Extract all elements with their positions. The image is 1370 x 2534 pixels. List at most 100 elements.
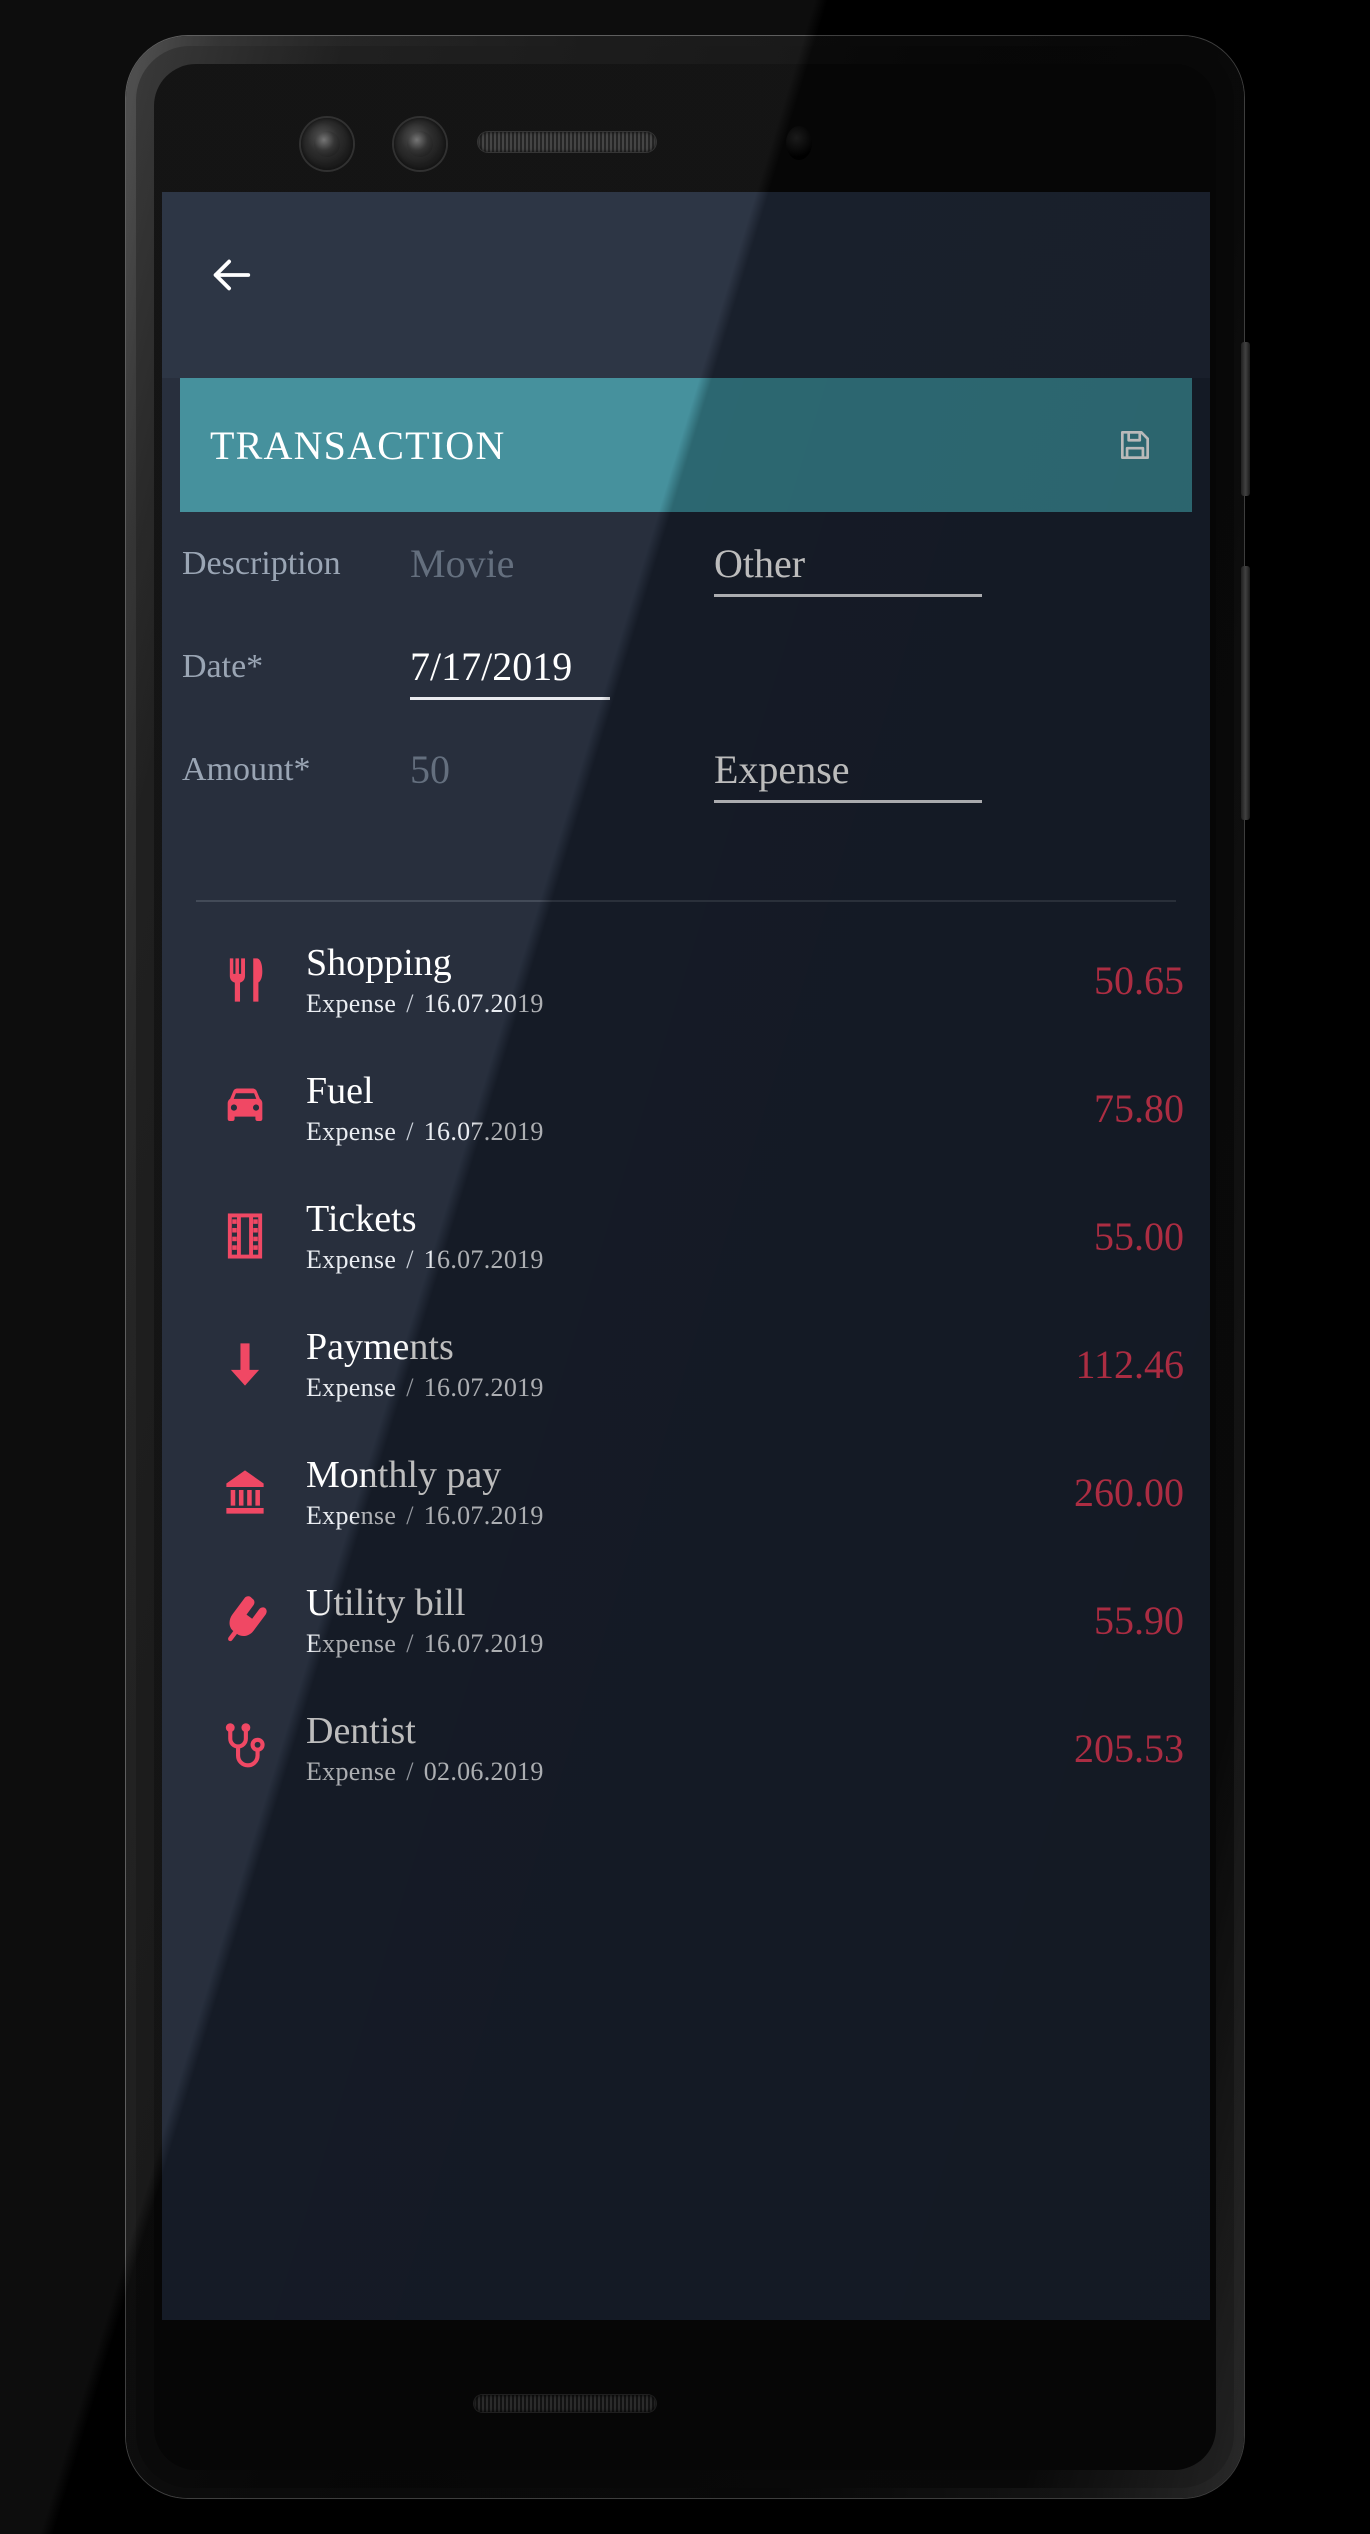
utensils-icon [184, 954, 306, 1006]
transaction-separator: / [406, 1501, 414, 1531]
type-select[interactable]: Expense [714, 718, 982, 821]
transaction-amount: 55.90 [1094, 1597, 1184, 1643]
transaction-title: Fuel [306, 1069, 374, 1112]
transaction-type: Expense [306, 1117, 397, 1147]
transaction-header-bar: TRANSACTION [180, 378, 1192, 512]
form-row-amount: Amount* 50 Expense [162, 718, 1210, 821]
transaction-text: Payments Expense / 16.07.2019 [306, 1325, 1059, 1403]
transaction-subtitle: Expense / 16.07.2019 [306, 1117, 1078, 1147]
transaction-amount: 205.53 [1074, 1725, 1184, 1771]
car-icon [184, 1082, 306, 1134]
transaction-text: Tickets Expense / 16.07.2019 [306, 1197, 1078, 1275]
arrow-down-icon [184, 1338, 306, 1390]
type-underline [714, 800, 982, 803]
transaction-type: Expense [306, 1629, 397, 1659]
transaction-subtitle: Expense / 16.07.2019 [306, 1245, 1078, 1275]
description-placeholder: Movie [410, 541, 515, 586]
app-topbar [162, 192, 1210, 378]
transaction-amount: 75.80 [1094, 1085, 1184, 1131]
transaction-subtitle: Expense / 16.07.2019 [306, 1373, 1059, 1403]
amount-placeholder: 50 [410, 747, 450, 792]
page-title: TRANSACTION [210, 422, 506, 468]
transaction-date: 02.06.2019 [423, 1757, 544, 1787]
transaction-title: Tickets [306, 1197, 417, 1240]
transaction-separator: / [406, 1245, 414, 1275]
category-value: Other [714, 541, 806, 586]
transaction-date: 16.07.2019 [423, 1501, 544, 1531]
film-icon [184, 1210, 306, 1262]
transaction-row[interactable]: Dentist Expense / 02.06.2019 205.53 [162, 1684, 1210, 1812]
transaction-row[interactable]: Shopping Expense / 16.07.2019 50.65 [162, 916, 1210, 1044]
date-input[interactable]: 7/17/2019 [410, 615, 610, 718]
transaction-list: Shopping Expense / 16.07.2019 50.65 Fuel Expen… [162, 916, 1210, 1812]
transaction-subtitle: Expense / 02.06.2019 [306, 1757, 1058, 1787]
transaction-separator: / [406, 1373, 414, 1403]
bank-icon [184, 1466, 306, 1518]
transaction-type: Expense [306, 989, 397, 1019]
description-input[interactable]: Movie [410, 512, 678, 615]
transaction-date: 16.07.2019 [423, 1373, 544, 1403]
transaction-title: Monthly pay [306, 1453, 502, 1496]
back-button[interactable] [200, 244, 262, 306]
transaction-text: Monthly pay Expense / 16.07.2019 [306, 1453, 1058, 1531]
bottom-speaker-grille [474, 2395, 656, 2412]
transaction-type: Expense [306, 1245, 397, 1275]
transaction-separator: / [406, 989, 414, 1019]
camera-lens-secondary-icon [394, 118, 446, 170]
transaction-separator: / [406, 1629, 414, 1659]
transaction-amount: 50.65 [1094, 957, 1184, 1003]
arrow-left-icon [213, 259, 251, 291]
transaction-title: Dentist [306, 1709, 416, 1752]
floppy-save-icon [1120, 430, 1150, 460]
category-select[interactable]: Other [714, 512, 982, 615]
transaction-row[interactable]: Fuel Expense / 16.07.2019 75.80 [162, 1044, 1210, 1172]
transaction-date: 16.07.2019 [423, 1629, 544, 1659]
transaction-date: 16.07.2019 [423, 1245, 544, 1275]
type-value: Expense [714, 747, 850, 792]
front-sensor-icon [786, 126, 812, 160]
date-value: 7/17/2019 [410, 644, 573, 689]
transaction-subtitle: Expense / 16.07.2019 [306, 1501, 1058, 1531]
transaction-type: Expense [306, 1757, 397, 1787]
transaction-subtitle: Expense / 16.07.2019 [306, 989, 1078, 1019]
transaction-title: Payments [306, 1325, 454, 1368]
category-underline [714, 594, 982, 597]
transaction-row[interactable]: Payments Expense / 16.07.2019 112.46 [162, 1300, 1210, 1428]
date-label: Date* [182, 647, 264, 685]
transaction-date: 16.07.2019 [423, 989, 544, 1019]
form-row-description: Description Movie Other [162, 512, 1210, 615]
transaction-title: Utility bill [306, 1581, 466, 1624]
date-underline [410, 697, 610, 700]
amount-label: Amount* [182, 750, 311, 788]
stethoscope-icon [184, 1722, 306, 1774]
power-button[interactable] [1241, 342, 1250, 496]
camera-lens-icon [301, 118, 353, 170]
transaction-date: 16.07.2019 [423, 1117, 544, 1147]
list-divider [196, 900, 1176, 902]
transaction-form: Description Movie Other Date* 7/17/2019 … [162, 512, 1210, 821]
description-label: Description [182, 544, 341, 582]
transaction-subtitle: Expense / 16.07.2019 [306, 1629, 1078, 1659]
transaction-text: Utility bill Expense / 16.07.2019 [306, 1581, 1078, 1659]
transaction-row[interactable]: Utility bill Expense / 16.07.2019 55.90 [162, 1556, 1210, 1684]
transaction-text: Shopping Expense / 16.07.2019 [306, 941, 1078, 1019]
earpiece-speaker [478, 132, 656, 152]
app-screen: TRANSACTION Description Movie Other Date… [162, 192, 1210, 2320]
transaction-text: Dentist Expense / 02.06.2019 [306, 1709, 1058, 1787]
transaction-row[interactable]: Tickets Expense / 16.07.2019 55.00 [162, 1172, 1210, 1300]
form-row-date: Date* 7/17/2019 [162, 615, 1210, 718]
transaction-amount: 112.46 [1075, 1341, 1184, 1387]
transaction-amount: 260.00 [1074, 1469, 1184, 1515]
transaction-row[interactable]: Monthly pay Expense / 16.07.2019 260.00 [162, 1428, 1210, 1556]
transaction-text: Fuel Expense / 16.07.2019 [306, 1069, 1078, 1147]
volume-button[interactable] [1241, 566, 1250, 820]
transaction-type: Expense [306, 1373, 397, 1403]
transaction-title: Shopping [306, 941, 452, 984]
save-button[interactable] [1112, 422, 1158, 468]
transaction-separator: / [406, 1117, 414, 1147]
transaction-separator: / [406, 1757, 414, 1787]
transaction-amount: 55.00 [1094, 1213, 1184, 1259]
amount-input[interactable]: 50 [410, 718, 678, 821]
plug-icon [184, 1594, 306, 1646]
transaction-type: Expense [306, 1501, 397, 1531]
